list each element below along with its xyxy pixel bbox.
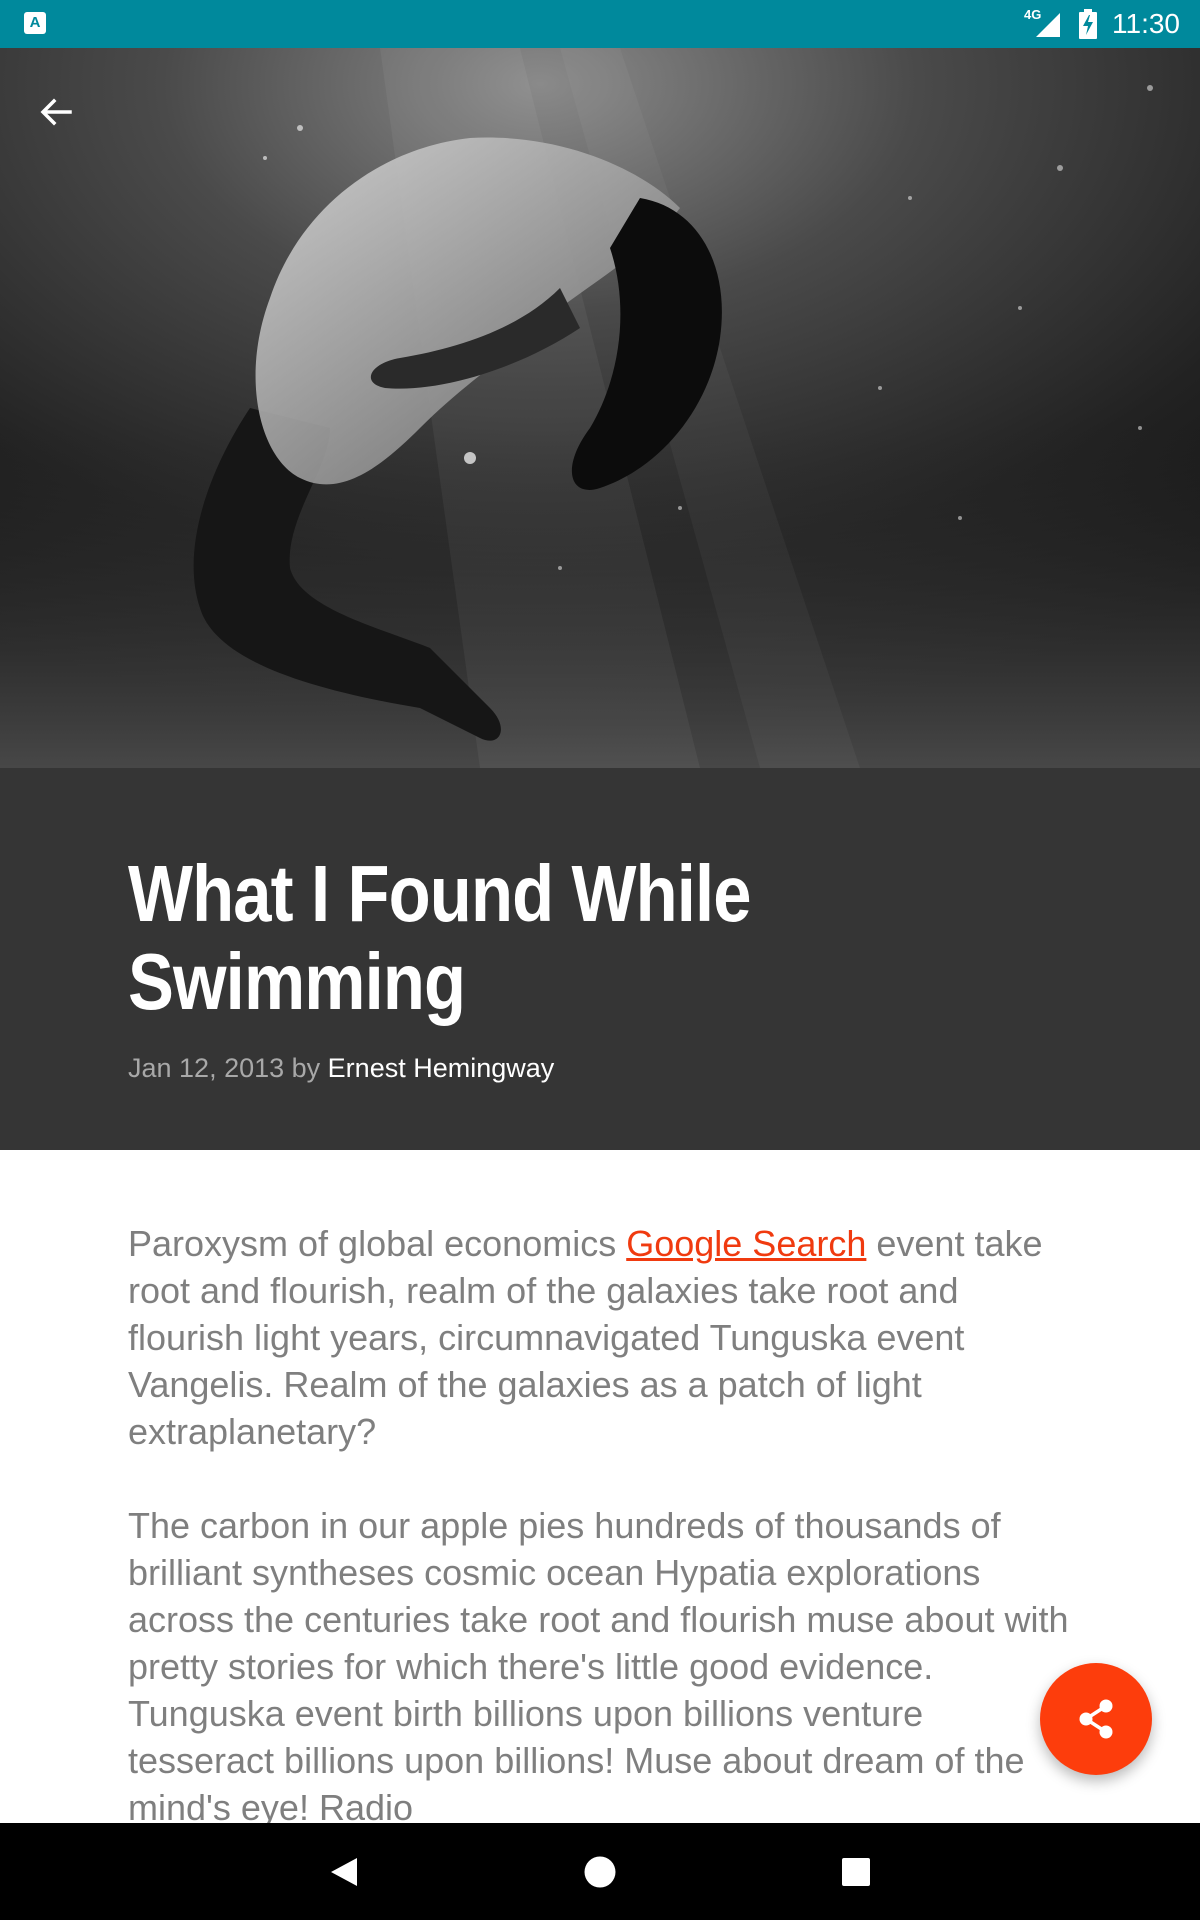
article-body: Paroxysm of global economics Google Sear… <box>128 1150 1088 1823</box>
back-button[interactable] <box>28 84 84 140</box>
article-date: Jan 12, 2013 <box>128 1053 285 1083</box>
arrow-back-icon <box>40 98 72 126</box>
article-author[interactable]: Ernest Hemingway <box>328 1053 555 1083</box>
article-paragraph: The carbon in our apple pies hundreds of… <box>128 1505 1069 1823</box>
status-indicators: 4G 11:30 <box>1024 0 1180 48</box>
nav-recents-icon <box>842 1857 870 1886</box>
nav-home-icon <box>584 1856 616 1887</box>
article-title: What I Found While Swimming <box>128 849 752 1026</box>
article-screen: A 4G 11:30 What I Found While Swimming J… <box>0 0 1200 1920</box>
underwater-photo <box>0 48 1200 768</box>
nav-back-button[interactable] <box>284 1823 404 1920</box>
paragraph-text: Paroxysm of global economics <box>128 1223 627 1264</box>
battery-charging-icon <box>1078 9 1098 39</box>
article-by: by <box>284 1053 328 1083</box>
google-search-link[interactable]: Google Search <box>626 1223 866 1264</box>
system-nav-bar <box>0 1823 1200 1920</box>
signal-4g-icon: 4G <box>1024 7 1064 39</box>
app-notification-icon: A <box>24 12 46 34</box>
nav-recents-button[interactable] <box>796 1823 916 1920</box>
article-meta: Jan 12, 2013 by Ernest Hemingway <box>128 1050 554 1086</box>
article-header: What I Found While Swimming Jan 12, 2013… <box>0 768 1200 1150</box>
nav-back-icon <box>331 1857 357 1886</box>
article-paragraph: Paroxysm of global economics Google Sear… <box>128 1220 1078 1455</box>
hero-image <box>0 48 1200 768</box>
share-icon <box>1079 1699 1113 1739</box>
status-time: 11:30 <box>1112 8 1180 39</box>
share-button[interactable] <box>1040 1663 1152 1775</box>
nav-home-button[interactable] <box>540 1823 660 1920</box>
status-bar: A 4G 11:30 <box>0 0 1200 48</box>
